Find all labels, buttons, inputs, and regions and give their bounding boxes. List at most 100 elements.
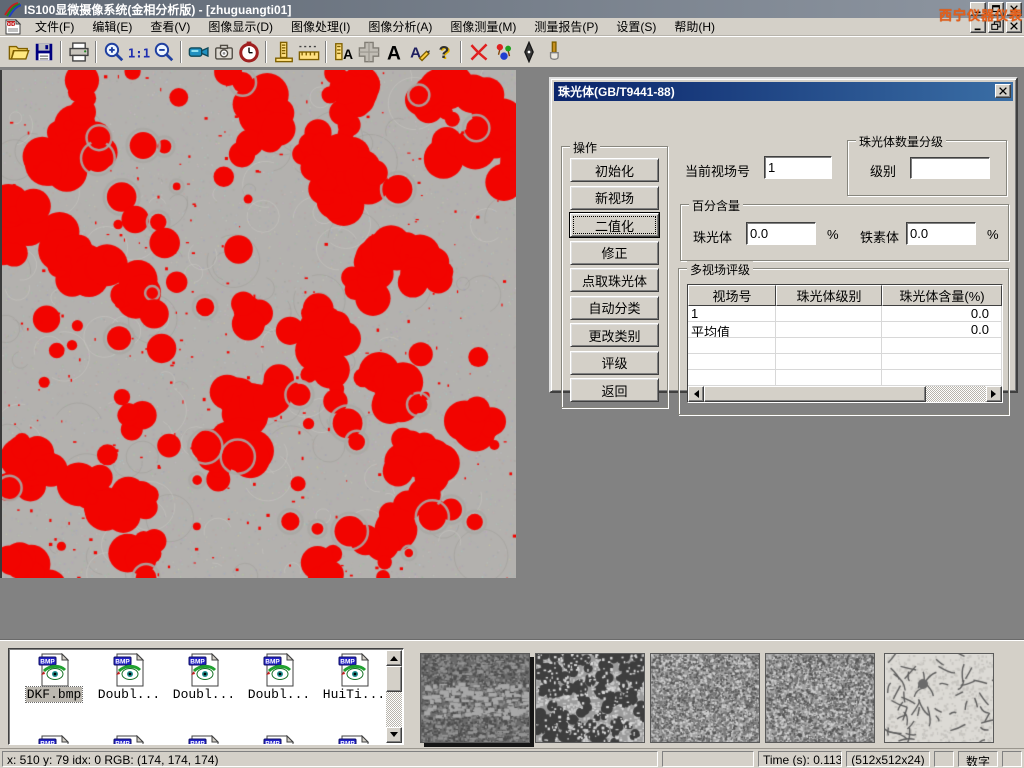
- table-header-3[interactable]: 铁素体含量(%): [1002, 285, 1003, 306]
- grid-cross-button[interactable]: [356, 40, 381, 65]
- table-row-2[interactable]: [688, 338, 1002, 354]
- table-row-3[interactable]: [688, 354, 1002, 370]
- grade-input[interactable]: [910, 157, 990, 179]
- op-button-2[interactable]: 二值化: [570, 213, 659, 237]
- op-button-7[interactable]: 评级: [570, 351, 659, 375]
- percent-group: 百分含量 珠光体 % 铁素体 %: [680, 204, 1009, 261]
- file-item-row2-0[interactable]: BMP: [17, 735, 91, 745]
- dialog-title-bar[interactable]: 珠光体(GB/T9441-88): [554, 82, 1013, 101]
- table-cell: [776, 370, 882, 385]
- op-button-0[interactable]: 初始化: [570, 158, 659, 182]
- thumb-4[interactable]: [765, 653, 875, 743]
- file-list-scrollbar[interactable]: [386, 650, 402, 743]
- file-scroll-up-button[interactable]: [386, 650, 402, 666]
- thumb-2[interactable]: [535, 653, 645, 743]
- measure-text-button[interactable]: A: [331, 40, 356, 65]
- file-item-1[interactable]: BMPDoubl...: [92, 653, 166, 702]
- file-item-row2-2[interactable]: BMP: [167, 735, 241, 745]
- menu-item-5[interactable]: 图像分析(A): [359, 17, 441, 36]
- thumb-5[interactable]: [884, 653, 994, 743]
- table-row-0[interactable]: 10.0: [688, 306, 1002, 322]
- pen-button[interactable]: [516, 40, 541, 65]
- binarized-metallograph-image[interactable]: [0, 70, 516, 578]
- menu-item-6[interactable]: 图像测量(M): [441, 17, 525, 36]
- video-camera-button[interactable]: [186, 40, 211, 65]
- file-item-row2-4[interactable]: BMP: [317, 735, 391, 745]
- open-icon: [8, 41, 30, 63]
- op-button-4[interactable]: 点取珠光体: [570, 268, 659, 292]
- menu-item-7[interactable]: 测量报告(P): [525, 17, 607, 36]
- timer-button[interactable]: [236, 40, 261, 65]
- table-horizontal-scrollbar[interactable]: [688, 386, 1002, 402]
- pearlite-percent-input[interactable]: [746, 222, 816, 245]
- file-item-row2-3[interactable]: BMP: [242, 735, 316, 745]
- table-header-0[interactable]: 视场号: [688, 285, 776, 306]
- dialog-close-button[interactable]: [995, 84, 1011, 98]
- bmp-file-icon: BMP: [336, 653, 372, 687]
- table-header-1[interactable]: 珠光体级别: [776, 285, 882, 306]
- menu-item-3[interactable]: 图像显示(D): [199, 17, 282, 36]
- caliper-button[interactable]: [271, 40, 296, 65]
- file-scrollbar-thumb[interactable]: [386, 666, 402, 692]
- bmp-file-icon: BMP: [111, 653, 147, 687]
- current-field-input[interactable]: [764, 156, 832, 179]
- help-button[interactable]: ??: [431, 40, 456, 65]
- op-button-3[interactable]: 修正: [570, 241, 659, 265]
- scroll-right-button[interactable]: [986, 386, 1002, 402]
- save-button[interactable]: [31, 40, 56, 65]
- thumb-3[interactable]: [650, 653, 760, 743]
- table-row-4[interactable]: [688, 370, 1002, 386]
- ferrite-percent-input[interactable]: [906, 222, 976, 245]
- annotate-button[interactable]: A: [406, 40, 431, 65]
- op-button-5[interactable]: 自动分类: [570, 296, 659, 320]
- file-label: DKF.bmp: [26, 687, 83, 702]
- op-button-1[interactable]: 新视场: [570, 186, 659, 210]
- file-item-row2-1[interactable]: BMP: [92, 735, 166, 745]
- file-list: BMPDKF.bmpBMPDoubl...BMPDoubl...BMPDoubl…: [8, 648, 404, 745]
- pearlite-label: 珠光体: [693, 227, 732, 246]
- svg-text:1:1: 1:1: [128, 47, 150, 61]
- table-header-2[interactable]: 珠光体含量(%): [882, 285, 1002, 306]
- file-scroll-down-button[interactable]: [386, 727, 402, 743]
- open-button[interactable]: [6, 40, 31, 65]
- scroll-down-icon: [390, 732, 398, 741]
- zoom-out-button[interactable]: [151, 40, 176, 65]
- table-cell: [688, 338, 776, 353]
- capture-button[interactable]: [211, 40, 236, 65]
- pearlite-dialog: 珠光体(GB/T9441-88) 操作 初始化新视场二值化修正点取珠光体自动分类…: [549, 77, 1018, 393]
- thumb-1[interactable]: [420, 653, 530, 743]
- file-item-3[interactable]: BMPDoubl...: [242, 653, 316, 702]
- file-item-0[interactable]: BMPDKF.bmp: [17, 653, 91, 702]
- menu-item-8[interactable]: 设置(S): [607, 17, 665, 36]
- menu-item-2[interactable]: 查看(V): [141, 17, 199, 36]
- markers-icon: [493, 41, 515, 63]
- actual-size-button[interactable]: 1:1: [126, 40, 151, 65]
- multifield-table[interactable]: 视场号珠光体级别珠光体含量(%)铁素体含量(%) 10.0平均值0.0: [687, 284, 1003, 403]
- menu-item-4[interactable]: 图像处理(I): [282, 17, 359, 36]
- curve-cut-button[interactable]: [466, 40, 491, 65]
- table-cell: [688, 354, 776, 369]
- table-row-1[interactable]: 平均值0.0: [688, 322, 1002, 338]
- op-button-8[interactable]: 返回: [570, 378, 659, 402]
- file-item-4[interactable]: BMPHuiTi...: [317, 653, 391, 702]
- zoom-out-icon: [153, 41, 175, 63]
- grid-cross-icon: [358, 41, 380, 63]
- print-button[interactable]: [66, 40, 91, 65]
- status-panel-3: [934, 751, 954, 767]
- menu-item-0[interactable]: 文件(F): [26, 17, 83, 36]
- scroll-left-button[interactable]: [688, 386, 704, 402]
- menu-item-1[interactable]: 编辑(E): [83, 17, 141, 36]
- scrollbar-track[interactable]: [926, 386, 986, 402]
- svg-text:BMP: BMP: [265, 659, 280, 666]
- ruler-button[interactable]: [296, 40, 321, 65]
- markers-button[interactable]: [491, 40, 516, 65]
- scrollbar-thumb[interactable]: [704, 386, 926, 402]
- menu-items: 文件(F)编辑(E)查看(V)图像显示(D)图像处理(I)图像分析(A)图像测量…: [26, 17, 724, 36]
- zoom-in-button[interactable]: [101, 40, 126, 65]
- brush-button[interactable]: [541, 40, 566, 65]
- bmp-file-icon: BMP: [36, 653, 72, 687]
- op-button-6[interactable]: 更改类别: [570, 323, 659, 347]
- text-button[interactable]: A: [381, 40, 406, 65]
- file-item-2[interactable]: BMPDoubl...: [167, 653, 241, 702]
- menu-item-9[interactable]: 帮助(H): [665, 17, 724, 36]
